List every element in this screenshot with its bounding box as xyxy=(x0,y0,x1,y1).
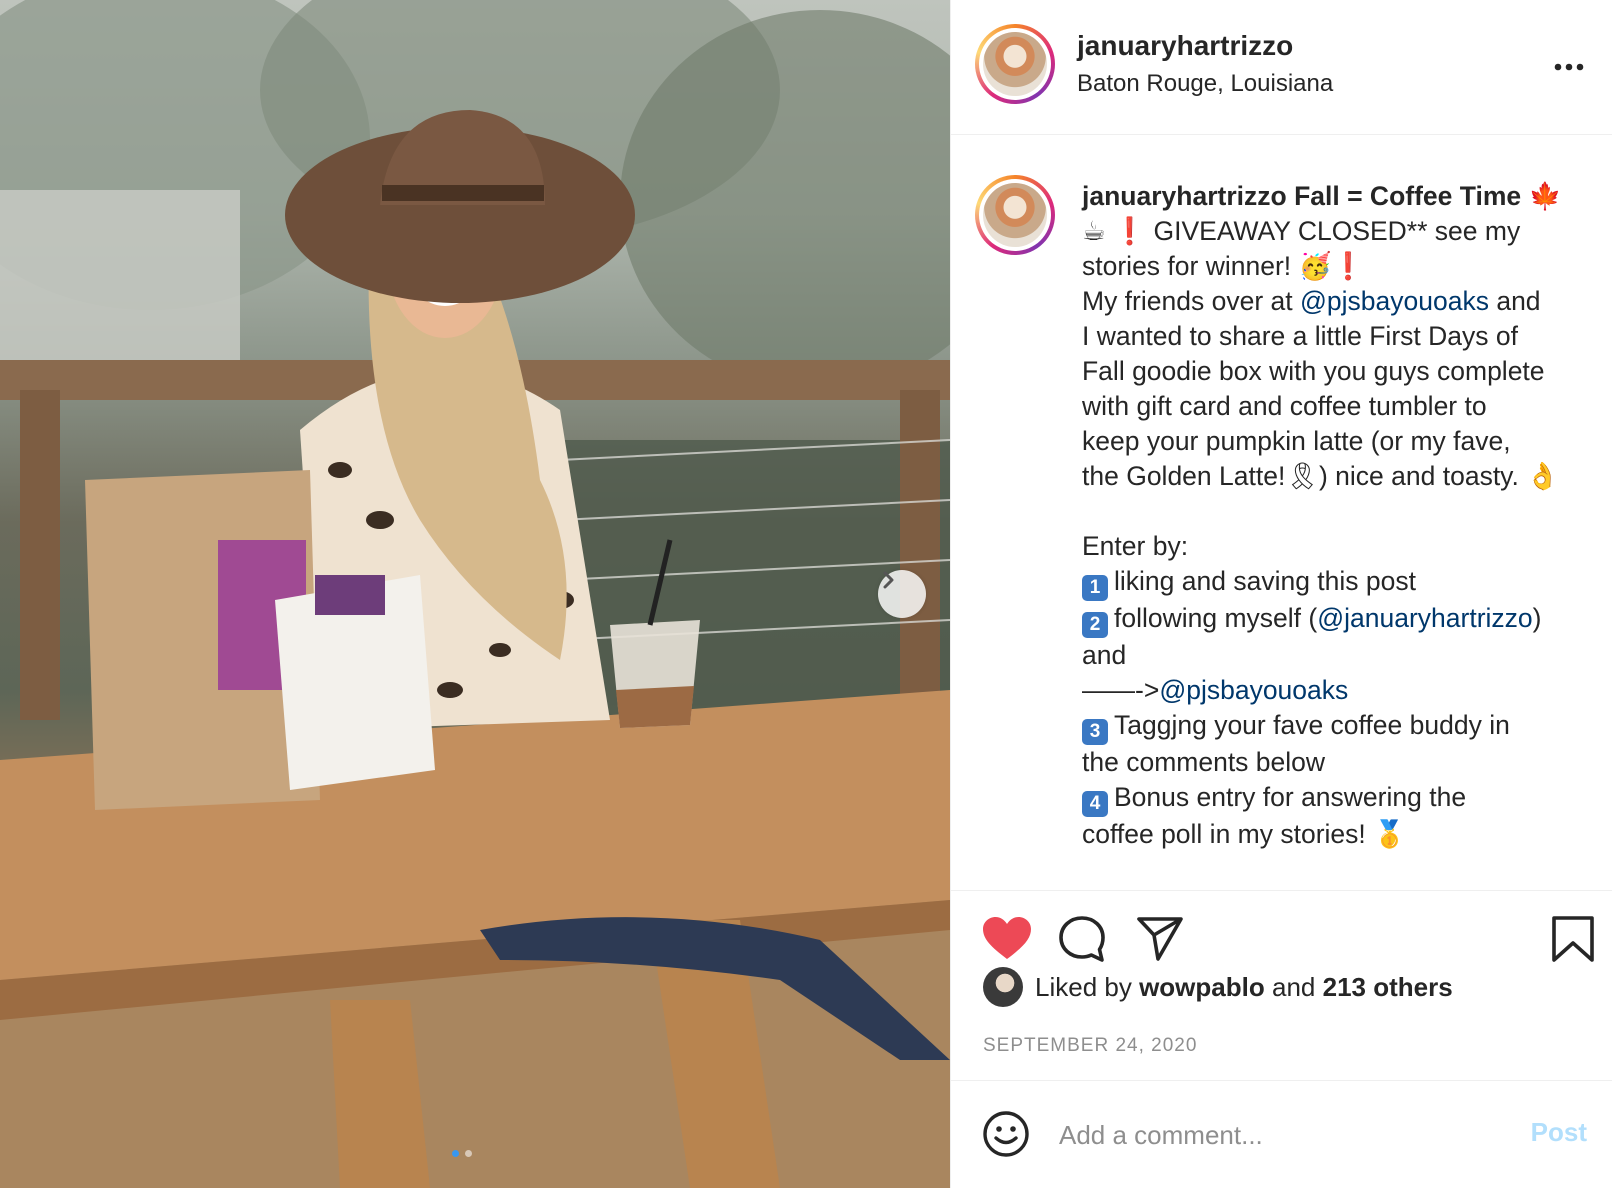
liker-avatar[interactable] xyxy=(983,967,1023,1007)
caption-step-4a: Bonus entry for answering the xyxy=(1114,782,1467,812)
medal-icon: 🥇 xyxy=(1373,819,1407,850)
exclamation-icon: ❗ xyxy=(1113,216,1147,247)
likes-summary: Liked by wowpablo and 213 others xyxy=(983,967,1453,1007)
smiley-icon xyxy=(983,1111,1029,1157)
caption-username[interactable]: januaryhartrizzo xyxy=(1082,181,1287,211)
keycap-1-icon: 1 xyxy=(1082,575,1108,601)
caption-line-5: I wanted to share a little First Days of xyxy=(1082,321,1518,351)
caption-step-1: liking and saving this post xyxy=(1114,566,1416,596)
ellipsis-icon xyxy=(1554,63,1584,71)
carousel-indicator xyxy=(452,1150,472,1157)
caption-and: and xyxy=(1082,640,1127,670)
chevron-right-icon xyxy=(883,571,894,589)
ribbon-icon: 🎗 xyxy=(1285,461,1319,492)
caption-title: Fall = Coffee Time xyxy=(1294,181,1522,211)
emoji-picker-button[interactable] xyxy=(981,1109,1031,1164)
action-bar: Liked by wowpablo and 213 others SEPTEMB… xyxy=(951,890,1612,1057)
post-header: januaryhartrizzo Baton Rouge, Louisiana xyxy=(951,0,1612,135)
post-comment-button[interactable]: Post xyxy=(1531,1117,1587,1148)
comment-button[interactable] xyxy=(1057,915,1107,968)
carousel-dot-1 xyxy=(452,1150,459,1157)
carousel-dot-2 xyxy=(465,1150,472,1157)
photo-illustration xyxy=(0,0,950,1188)
caption-line-8: keep your pumpkin latte (or my fave, xyxy=(1082,426,1511,456)
caption-step-3a: Taggjng your fave coffee buddy in xyxy=(1114,710,1510,740)
caption-line-and: and xyxy=(1496,286,1541,316)
caption-step-2b: ) xyxy=(1532,603,1542,633)
comment-input[interactable] xyxy=(1059,1115,1489,1155)
caption-step-3b: the comments below xyxy=(1082,747,1326,777)
carousel-next-button[interactable] xyxy=(878,570,926,618)
more-options-button[interactable] xyxy=(1554,50,1584,71)
comment-bar: Post xyxy=(951,1080,1612,1188)
post-date[interactable]: SEPTEMBER 24, 2020 xyxy=(983,1035,1197,1057)
coffee-icon: ☕ xyxy=(1082,216,1106,247)
party-face-icon: 🥳 xyxy=(1298,251,1332,282)
caption-step-2a: following myself ( xyxy=(1114,603,1318,633)
maple-leaf-icon: 🍁 xyxy=(1528,181,1562,212)
caption-enter-by: Enter by: xyxy=(1082,531,1189,561)
caption-line-6: Fall goodie box with you guys complete xyxy=(1082,356,1545,386)
caption-author-avatar[interactable] xyxy=(975,175,1055,255)
bookmark-icon xyxy=(1552,916,1594,962)
post-location[interactable]: Baton Rouge, Louisiana xyxy=(1077,70,1333,98)
caption-line-friends: My friends over at xyxy=(1082,286,1293,316)
likes-middle: and xyxy=(1271,971,1316,1002)
ok-hand-icon: 👌 xyxy=(1526,461,1560,492)
heart-icon xyxy=(983,917,1031,959)
caption-step-4b: coffee poll in my stories! xyxy=(1082,819,1366,849)
caption-stories-text: stories for winner! xyxy=(1082,251,1292,281)
exclamation-icon-2: ❗ xyxy=(1331,251,1365,282)
caption-giveaway-text: GIVEAWAY CLOSED** see my xyxy=(1153,216,1521,246)
post-details-panel: januaryhartrizzo Baton Rouge, Louisiana … xyxy=(950,0,1612,1188)
post-photo[interactable] xyxy=(0,0,950,1188)
keycap-2-icon: 2 xyxy=(1082,612,1108,638)
paper-plane-icon xyxy=(1137,917,1183,961)
liker-username[interactable]: wowpablo xyxy=(1139,972,1265,1002)
caption-line-9b: ) nice and toasty. xyxy=(1318,461,1519,491)
save-button[interactable] xyxy=(1551,915,1595,968)
caption-arrow: ——-> xyxy=(1082,675,1160,705)
comment-icon xyxy=(1059,916,1105,962)
mention-pjsbayouoaks-2[interactable]: @pjsbayouoaks xyxy=(1159,675,1348,705)
caption-area: januaryhartrizzo Fall = Coffee Time 🍁 ☕ … xyxy=(951,135,1612,890)
likes-prefix: Liked by xyxy=(1035,971,1132,1002)
keycap-4-icon: 4 xyxy=(1082,791,1108,817)
likes-others-count[interactable]: 213 others xyxy=(1323,972,1453,1002)
post-caption: januaryhartrizzo Fall = Coffee Time 🍁 ☕ … xyxy=(1082,179,1592,852)
caption-line-7: with gift card and coffee tumbler to xyxy=(1082,391,1487,421)
author-avatar[interactable] xyxy=(975,24,1055,104)
like-button[interactable] xyxy=(981,915,1033,966)
share-button[interactable] xyxy=(1135,915,1185,966)
caption-line-9a: the Golden Latte! xyxy=(1082,461,1286,491)
author-username[interactable]: januaryhartrizzo xyxy=(1077,30,1293,62)
mention-pjsbayouoaks[interactable]: @pjsbayouoaks xyxy=(1300,286,1489,316)
keycap-3-icon: 3 xyxy=(1082,719,1108,745)
mention-januaryhartrizzo[interactable]: @januaryhartrizzo xyxy=(1317,603,1532,633)
